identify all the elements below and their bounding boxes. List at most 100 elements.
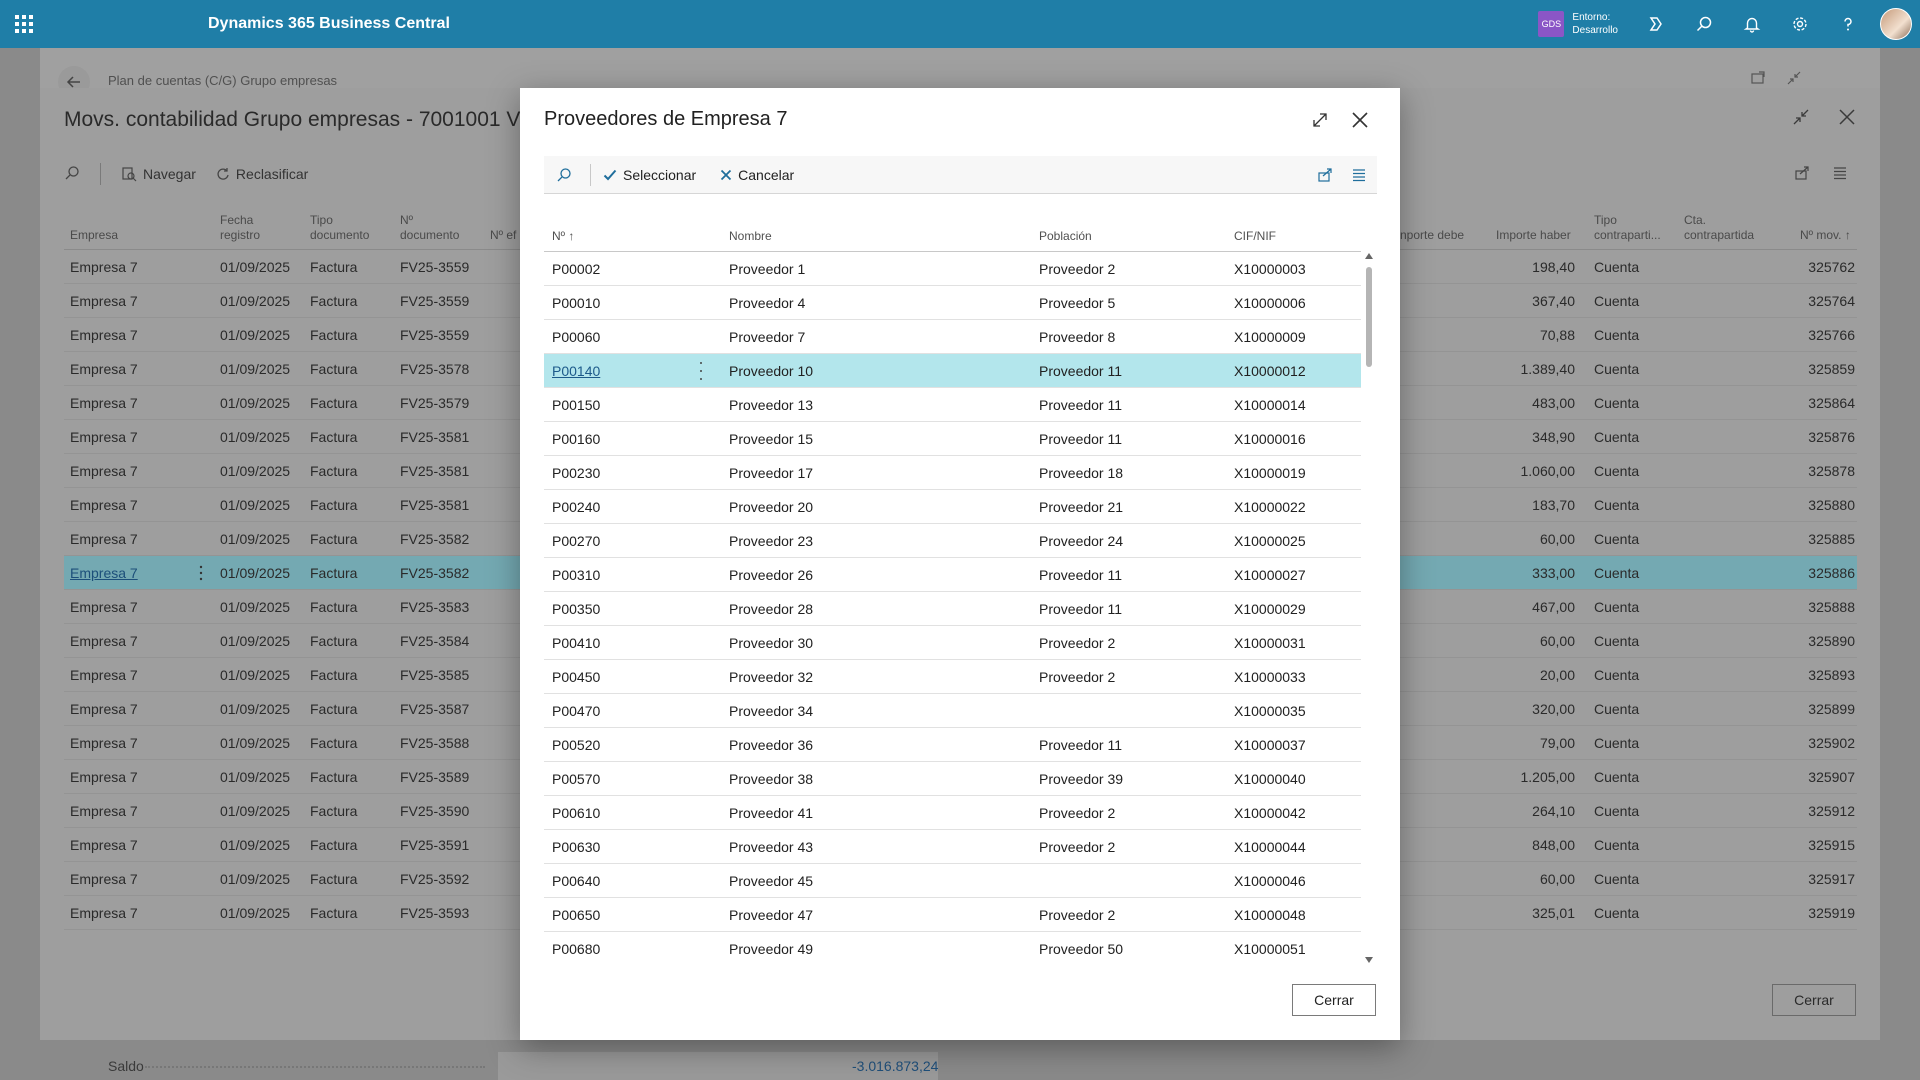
scroll-down-arrow-icon[interactable] <box>1365 957 1373 963</box>
col-importe-debe[interactable]: nporte debe <box>1400 228 1464 243</box>
close-icon[interactable] <box>1838 108 1856 129</box>
col-n-documento[interactable]: Nº documento <box>400 213 459 243</box>
table-row[interactable]: P00470 Proveedor 34 X10000035 <box>544 694 1361 728</box>
collapse-icon[interactable] <box>1792 108 1810 129</box>
cell-vendor-name: Proveedor 26 <box>729 567 814 583</box>
cell-empresa: Empresa 7 <box>70 871 138 887</box>
cell-tipo: Factura <box>310 531 358 547</box>
table-row[interactable]: P00310 Proveedor 26 Proveedor 11 X10000027 <box>544 558 1361 592</box>
share-icon[interactable] <box>1794 165 1810 181</box>
table-row[interactable]: P00350 Proveedor 28 Proveedor 11 X10000029 <box>544 592 1361 626</box>
scroll-thumb[interactable] <box>1366 267 1372 367</box>
cell-vendor-cif: X10000044 <box>1234 839 1306 855</box>
table-row[interactable]: P00520 Proveedor 36 Proveedor 11 X10000037 <box>544 728 1361 762</box>
copilot-icon[interactable] <box>1632 0 1680 48</box>
close-icon[interactable] <box>1348 108 1372 132</box>
cell-vendor-name: Proveedor 32 <box>729 669 814 685</box>
cell-empresa: Empresa 7 <box>70 667 138 683</box>
cell-tipo-contrapartida: Cuenta <box>1594 837 1640 853</box>
cell-fecha: 01/09/2025 <box>220 599 291 615</box>
col-empresa[interactable]: Empresa <box>70 228 118 243</box>
col-no[interactable]: Nº ↑ <box>552 229 574 243</box>
cell-importe-haber: 70,88 <box>1539 327 1575 343</box>
cell-importe-haber: 367,40 <box>1532 293 1575 309</box>
cell-vendor-cif: X10000003 <box>1234 261 1306 277</box>
col-name[interactable]: Nombre <box>729 229 772 243</box>
col-city[interactable]: Población <box>1039 229 1092 243</box>
table-row[interactable]: P00150 Proveedor 13 Proveedor 11 X10000014 <box>544 388 1361 422</box>
row-menu-icon[interactable] <box>198 564 204 585</box>
close-button[interactable]: Cerrar <box>1292 984 1376 1016</box>
cell-tipo: Factura <box>310 327 358 343</box>
col-importe-haber[interactable]: Importe haber <box>1496 228 1571 243</box>
navigate-button[interactable]: Navegar <box>121 166 196 182</box>
table-row[interactable]: P00140 Proveedor 10 Proveedor 11 X10000012 <box>544 354 1361 388</box>
table-row[interactable]: P00410 Proveedor 30 Proveedor 2 X10000031 <box>544 626 1361 660</box>
gear-icon[interactable] <box>1776 0 1824 48</box>
table-row[interactable]: P00680 Proveedor 49 Proveedor 50 X10000051 <box>544 932 1361 962</box>
cell-vendor-no: P00010 <box>552 295 601 311</box>
background-close-button[interactable]: Cerrar <box>1772 984 1856 1016</box>
cell-documento: FV25-3593 <box>400 905 470 921</box>
col-n-mov[interactable]: Nº mov. ↑ <box>1800 228 1851 243</box>
col-n-efecto[interactable]: Nº ef <box>490 228 516 243</box>
select-button[interactable]: Seleccionar <box>603 167 696 183</box>
list-icon[interactable] <box>1832 165 1848 181</box>
col-cif[interactable]: CIF/NIF <box>1234 229 1276 243</box>
open-new-window-icon[interactable] <box>1750 70 1766 86</box>
search-icon[interactable] <box>544 156 584 194</box>
cell-vendor-city: Proveedor 11 <box>1039 397 1123 413</box>
table-row[interactable]: P00570 Proveedor 38 Proveedor 39 X10000040 <box>544 762 1361 796</box>
list-icon[interactable] <box>1351 167 1367 183</box>
collapse-icon[interactable] <box>1786 70 1802 86</box>
table-row[interactable]: P00230 Proveedor 17 Proveedor 18 X10000019 <box>544 456 1361 490</box>
table-row[interactable]: P00630 Proveedor 43 Proveedor 2 X10000044 <box>544 830 1361 864</box>
cell-vendor-no[interactable]: P00140 <box>552 363 600 379</box>
waffle-icon[interactable] <box>0 0 48 48</box>
table-row[interactable]: P00010 Proveedor 4 Proveedor 5 X10000006 <box>544 286 1361 320</box>
table-row[interactable]: P00060 Proveedor 7 Proveedor 8 X10000009 <box>544 320 1361 354</box>
table-row[interactable]: P00610 Proveedor 41 Proveedor 2 X10000042 <box>544 796 1361 830</box>
cell-vendor-cif: X10000033 <box>1234 669 1306 685</box>
table-row[interactable]: P00650 Proveedor 47 Proveedor 2 X10000048 <box>544 898 1361 932</box>
cell-tipo: Factura <box>310 429 358 445</box>
cell-vendor-city: Proveedor 5 <box>1039 295 1116 311</box>
avatar[interactable] <box>1880 8 1912 40</box>
vertical-scrollbar[interactable] <box>1361 253 1377 963</box>
expand-icon[interactable] <box>1308 108 1332 132</box>
search-icon[interactable] <box>64 165 80 184</box>
cell-n-mov: 325886 <box>1808 565 1855 581</box>
cell-vendor-city: Proveedor 2 <box>1039 669 1116 685</box>
table-row[interactable]: P00270 Proveedor 23 Proveedor 24 X10000025 <box>544 524 1361 558</box>
col-cta-contrapartida[interactable]: Cta. contrapartida <box>1684 213 1754 243</box>
breadcrumb[interactable]: Plan de cuentas (C/G) Grupo empresas <box>108 73 337 88</box>
table-row[interactable]: P00002 Proveedor 1 Proveedor 2 X10000003 <box>544 252 1361 286</box>
scroll-up-arrow-icon[interactable] <box>1365 253 1373 259</box>
cell-vendor-cif: X10000046 <box>1234 873 1306 889</box>
cancel-button[interactable]: Cancelar <box>720 167 794 183</box>
saldo-label: Saldo <box>108 1058 144 1074</box>
col-tipo-contrapartida[interactable]: Tipo contraparti... <box>1594 213 1661 243</box>
table-row[interactable]: P00160 Proveedor 15 Proveedor 11 X10000016 <box>544 422 1361 456</box>
navigate-label: Navegar <box>143 166 196 182</box>
search-icon[interactable] <box>1680 0 1728 48</box>
table-row[interactable]: P00240 Proveedor 20 Proveedor 21 X10000022 <box>544 490 1361 524</box>
saldo-value[interactable]: -3.016.873,24 <box>852 1058 938 1074</box>
row-menu-icon[interactable] <box>698 362 704 380</box>
reclassify-button[interactable]: Reclasificar <box>216 166 308 182</box>
select-label: Seleccionar <box>623 166 697 183</box>
col-tipo-documento[interactable]: Tipo documento <box>310 213 369 243</box>
cell-n-mov: 325907 <box>1808 769 1855 785</box>
table-row[interactable]: P00450 Proveedor 32 Proveedor 2 X10000033 <box>544 660 1361 694</box>
table-row[interactable]: P00640 Proveedor 45 X10000046 <box>544 864 1361 898</box>
environment-badge[interactable]: GDS <box>1538 11 1565 37</box>
cell-n-mov: 325919 <box>1808 905 1855 921</box>
cell-importe-haber: 1.389,40 <box>1520 361 1576 377</box>
col-fecha[interactable]: Fecha registro <box>220 213 260 243</box>
bell-icon[interactable] <box>1728 0 1776 48</box>
cell-tipo-contrapartida: Cuenta <box>1594 293 1640 309</box>
cell-importe-haber: 1.205,00 <box>1520 769 1576 785</box>
environment-info[interactable]: Entorno: Desarrollo <box>1572 11 1618 37</box>
help-icon[interactable] <box>1824 0 1872 48</box>
share-icon[interactable] <box>1317 167 1333 183</box>
